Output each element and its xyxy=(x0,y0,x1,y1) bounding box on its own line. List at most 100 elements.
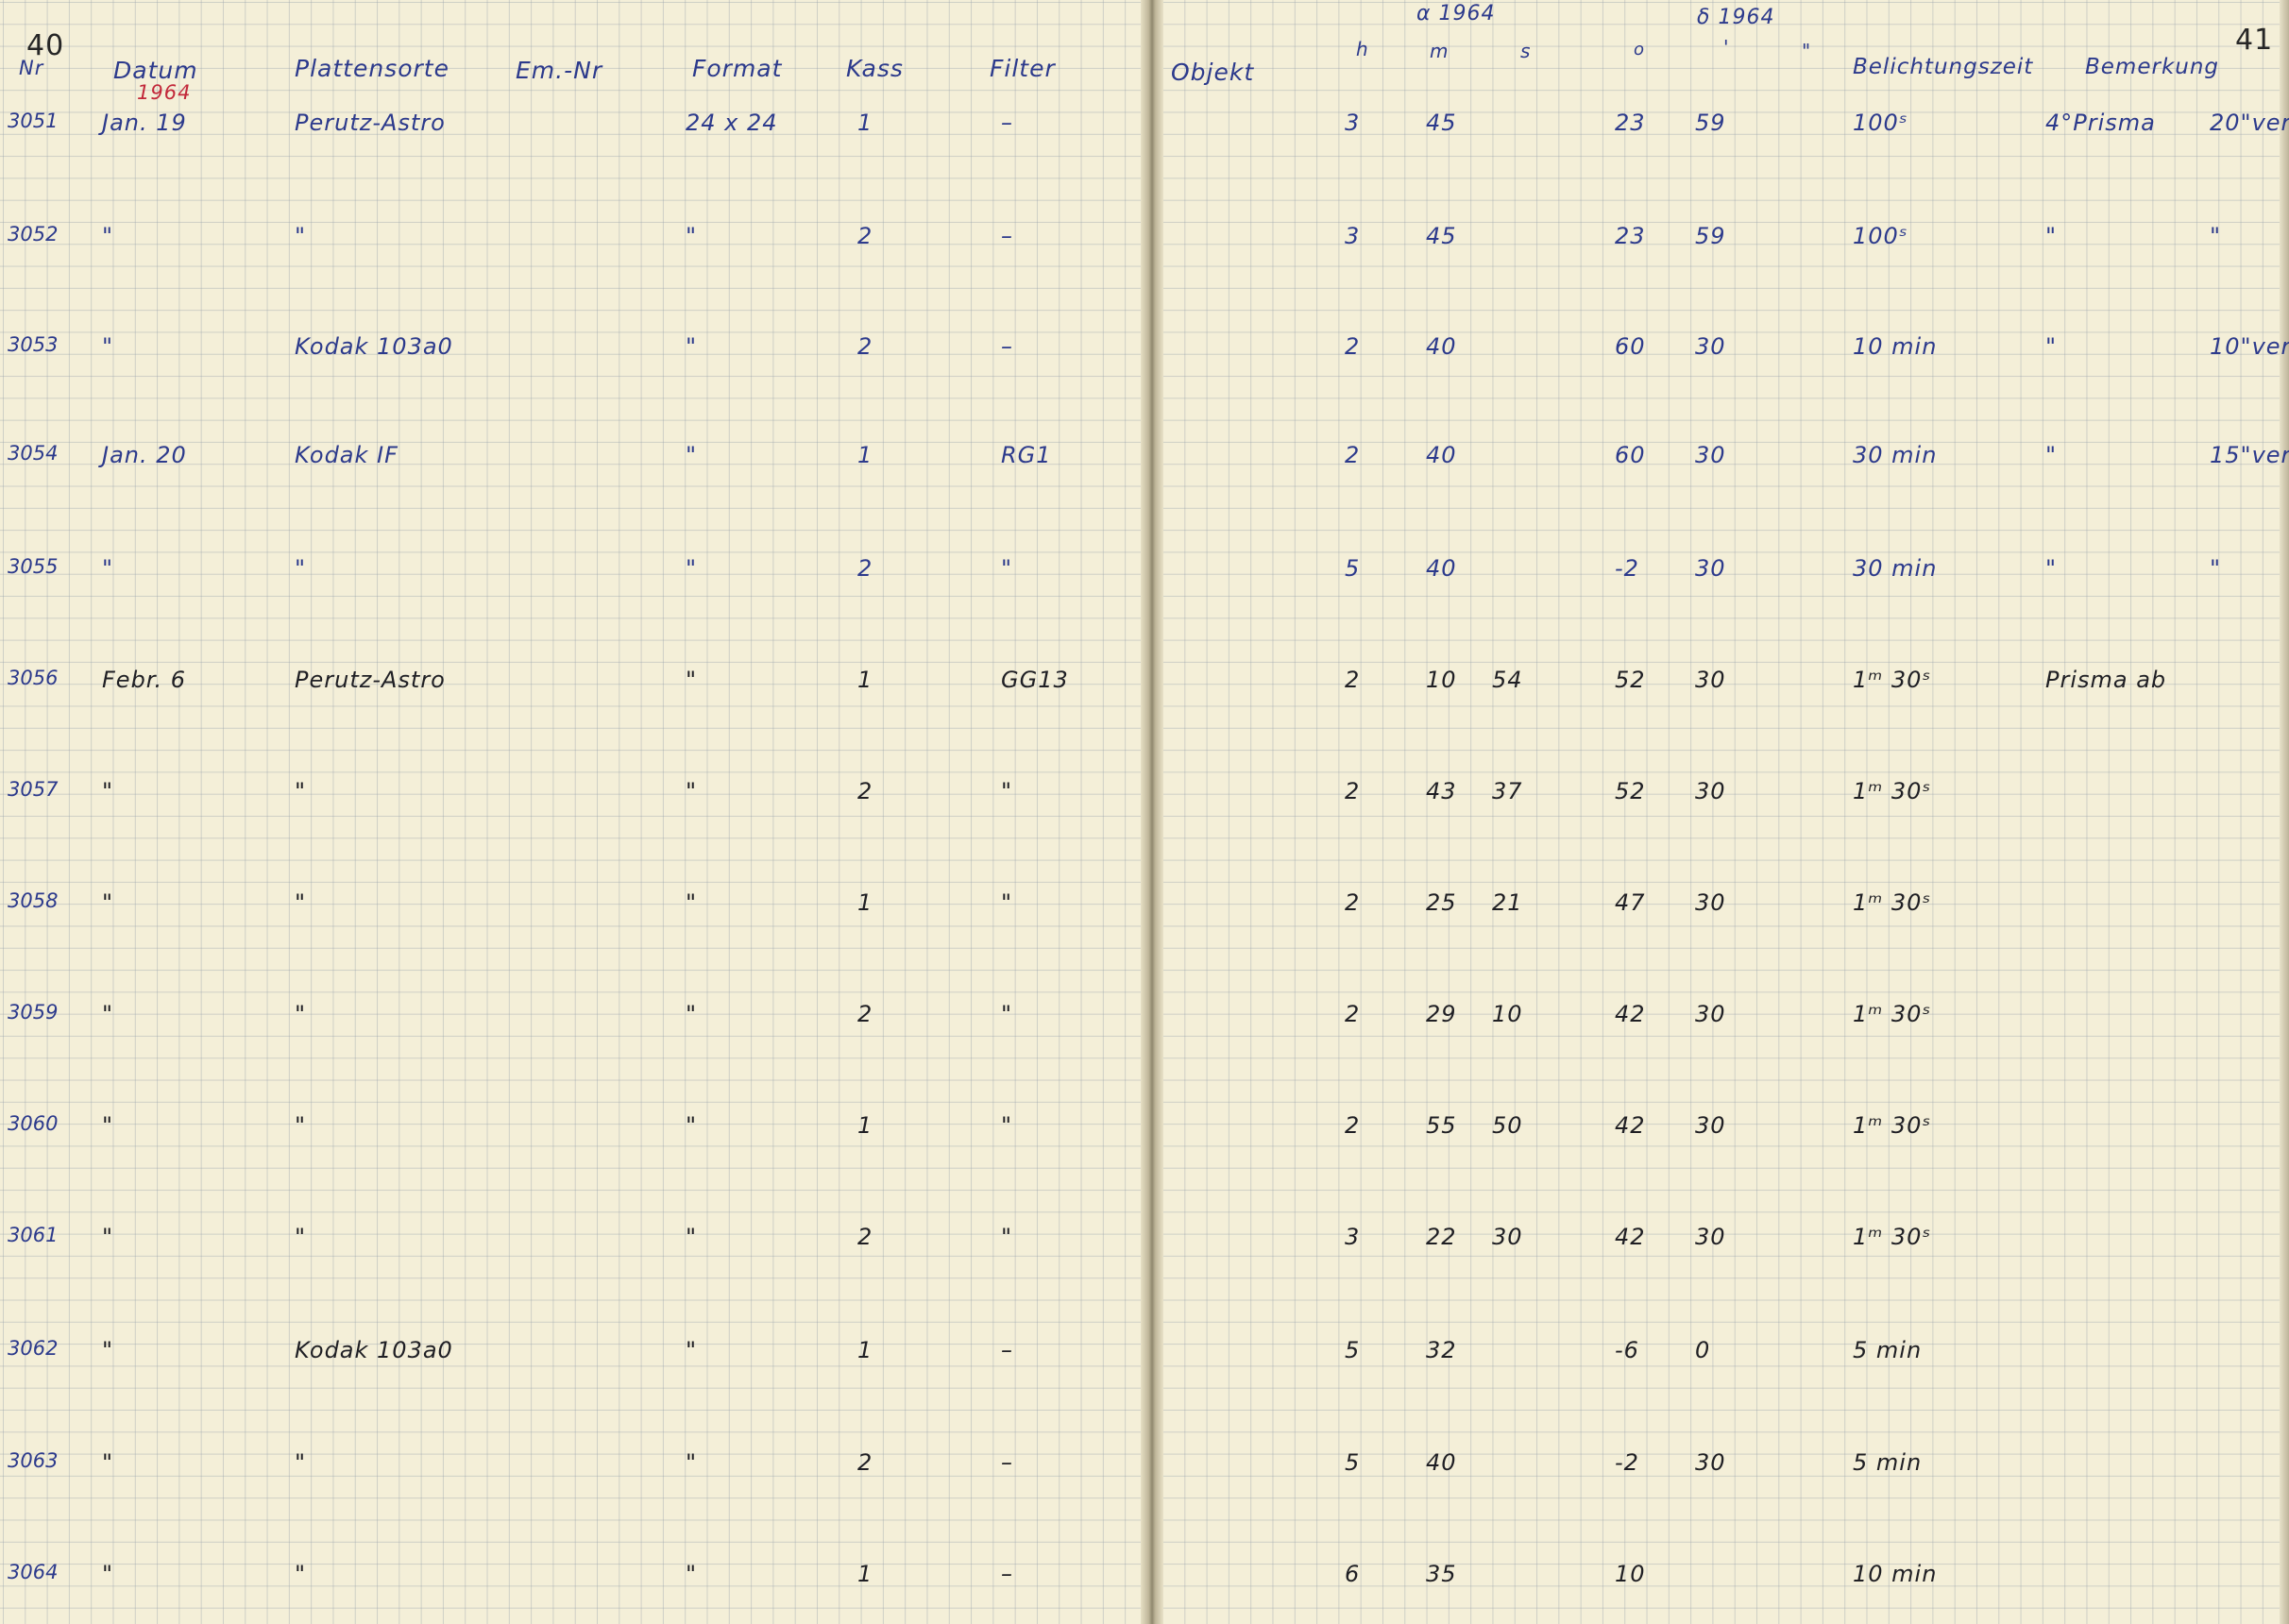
cell-filter: " xyxy=(1001,889,1013,916)
cell-s: 21 xyxy=(1492,889,1523,916)
cell-plattensorte: Kodak IF xyxy=(295,442,398,468)
cell-filter: GG13 xyxy=(1001,667,1069,693)
cell-bemerkung: " xyxy=(2045,442,2058,468)
cell-m: 29 xyxy=(1426,1001,1457,1027)
cell-nr: 3057 xyxy=(8,778,59,801)
header-plattensorte: Plattensorte xyxy=(295,55,449,82)
cell-datum: " xyxy=(102,1001,114,1027)
cell-degrees: -2 xyxy=(1615,555,1639,582)
page-edge xyxy=(2280,0,2289,1624)
cell-format: " xyxy=(686,442,698,468)
cell-s: 50 xyxy=(1492,1112,1523,1139)
cell-h: 3 xyxy=(1345,223,1361,249)
left-page xyxy=(0,0,1147,1624)
cell-m: 45 xyxy=(1426,223,1457,249)
cell-datum: Jan. 19 xyxy=(102,110,187,136)
cell-nr: 3054 xyxy=(8,442,59,465)
cell-arcmin: 30 xyxy=(1695,1449,1726,1476)
cell-belichtungszeit: 5 min xyxy=(1853,1337,1923,1363)
cell-h: 2 xyxy=(1345,1001,1361,1027)
header-m: m xyxy=(1430,40,1450,62)
cell-datum: " xyxy=(102,1337,114,1363)
cell-bemerkung-extra: " xyxy=(2210,223,2222,249)
cell-plattensorte: " xyxy=(295,223,307,249)
header-h: h xyxy=(1356,38,1369,60)
cell-format: " xyxy=(686,889,698,916)
cell-arcmin: 30 xyxy=(1695,778,1726,804)
cell-filter: – xyxy=(1001,1561,1013,1587)
cell-datum: " xyxy=(102,333,114,360)
cell-plattensorte: " xyxy=(295,1224,307,1250)
cell-plattensorte: " xyxy=(295,1561,307,1587)
cell-h: 2 xyxy=(1345,1112,1361,1139)
cell-m: 22 xyxy=(1426,1224,1457,1250)
cell-m: 55 xyxy=(1426,1112,1457,1139)
cell-format: " xyxy=(686,223,698,249)
cell-arcmin: 30 xyxy=(1695,442,1726,468)
cell-format: " xyxy=(686,333,698,360)
cell-datum: " xyxy=(102,1224,114,1250)
cell-h: 3 xyxy=(1345,110,1361,136)
cell-nr: 3053 xyxy=(8,333,59,356)
cell-arcmin: 30 xyxy=(1695,889,1726,916)
cell-plattensorte: " xyxy=(295,1449,307,1476)
header-arcsec: " xyxy=(1802,40,1812,62)
cell-arcmin: 59 xyxy=(1695,110,1726,136)
cell-m: 40 xyxy=(1426,442,1457,468)
cell-format: " xyxy=(686,667,698,693)
header-format: Format xyxy=(692,55,783,82)
header-bemerkung: Bemerkung xyxy=(2085,55,2220,79)
cell-filter: – xyxy=(1001,333,1013,360)
cell-degrees: 42 xyxy=(1615,1224,1646,1250)
cell-plattensorte: Perutz-Astro xyxy=(295,110,446,136)
cell-datum: Jan. 20 xyxy=(102,442,187,468)
cell-h: 2 xyxy=(1345,442,1361,468)
cell-m: 45 xyxy=(1426,110,1457,136)
cell-format: 24 x 24 xyxy=(686,110,778,136)
cell-filter: – xyxy=(1001,1449,1013,1476)
cell-degrees: 52 xyxy=(1615,778,1646,804)
cell-filter: RG1 xyxy=(1001,442,1052,468)
cell-h: 2 xyxy=(1345,889,1361,916)
cell-bemerkung: 4°Prisma xyxy=(2045,110,2156,136)
cell-plattensorte: " xyxy=(295,555,307,582)
header-em-nr: Em.-Nr xyxy=(516,57,603,84)
cell-belichtungszeit: 100ˢ xyxy=(1853,223,1908,249)
cell-format: " xyxy=(686,1224,698,1250)
cell-arcmin: 59 xyxy=(1695,223,1726,249)
cell-degrees: -2 xyxy=(1615,1449,1639,1476)
cell-degrees: 10 xyxy=(1615,1561,1646,1587)
cell-arcmin: 0 xyxy=(1695,1337,1711,1363)
cell-plattensorte: " xyxy=(295,1112,307,1139)
cell-bemerkung: " xyxy=(2045,555,2058,582)
cell-kass: 2 xyxy=(857,1449,873,1476)
cell-format: " xyxy=(686,1449,698,1476)
cell-belichtungszeit: 1ᵐ 30ˢ xyxy=(1853,667,1932,693)
cell-format: " xyxy=(686,1001,698,1027)
cell-belichtungszeit: 1ᵐ 30ˢ xyxy=(1853,1224,1932,1250)
cell-m: 25 xyxy=(1426,889,1457,916)
cell-belichtungszeit: 10 min xyxy=(1853,1561,1938,1587)
cell-arcmin: 30 xyxy=(1695,333,1726,360)
cell-kass: 2 xyxy=(857,333,873,360)
cell-plattensorte: Kodak 103a0 xyxy=(295,1337,453,1363)
cell-nr: 3058 xyxy=(8,889,59,912)
cell-belichtungszeit: 5 min xyxy=(1853,1449,1923,1476)
cell-degrees: 60 xyxy=(1615,442,1646,468)
cell-datum: " xyxy=(102,223,114,249)
cell-bemerkung-extra: 15"verbr xyxy=(2210,442,2289,468)
header-datum: Datum xyxy=(113,57,198,84)
header-nr: Nr xyxy=(19,57,44,79)
cell-kass: 1 xyxy=(857,667,873,693)
cell-belichtungszeit: 30 min xyxy=(1853,442,1938,468)
cell-plattensorte: Perutz-Astro xyxy=(295,667,446,693)
cell-s: 54 xyxy=(1492,667,1523,693)
cell-datum: Febr. 6 xyxy=(102,667,186,693)
cell-s: 30 xyxy=(1492,1224,1523,1250)
cell-degrees: 42 xyxy=(1615,1001,1646,1027)
alpha-epoch-note: α 1964 xyxy=(1416,2,1496,25)
cell-h: 2 xyxy=(1345,333,1361,360)
cell-belichtungszeit: 10 min xyxy=(1853,333,1938,360)
cell-arcmin: 30 xyxy=(1695,1112,1726,1139)
cell-datum: " xyxy=(102,555,114,582)
